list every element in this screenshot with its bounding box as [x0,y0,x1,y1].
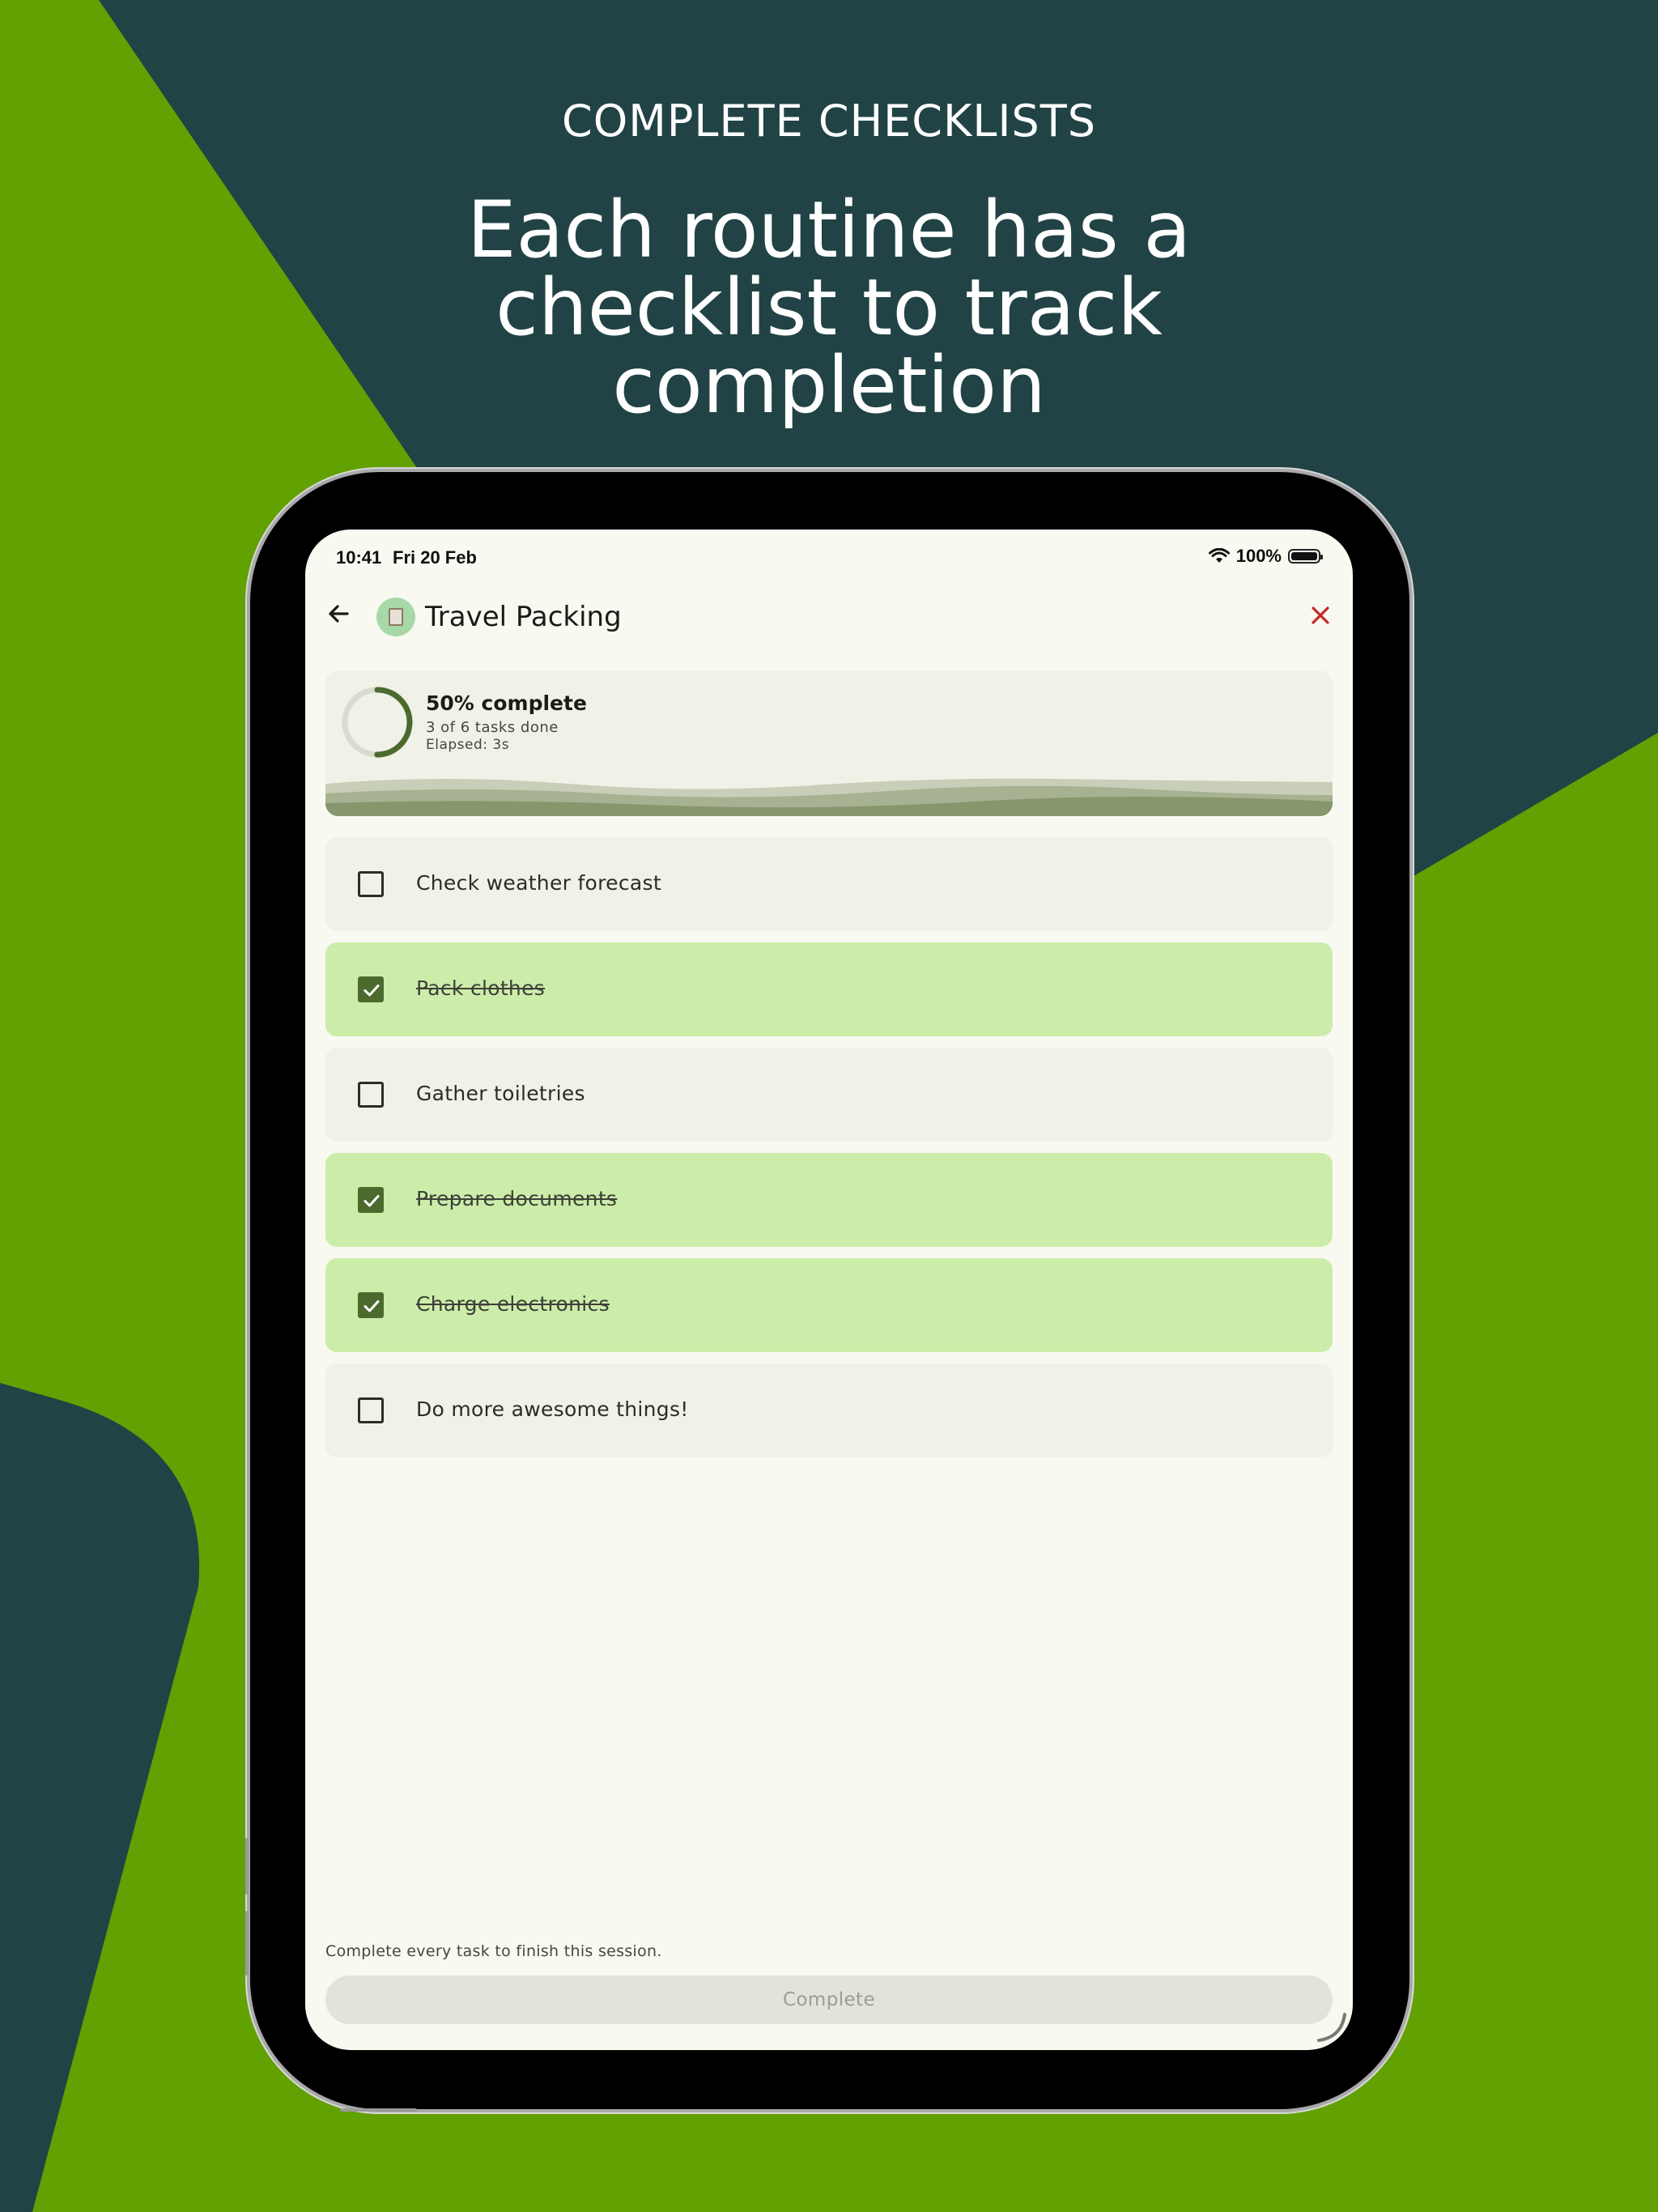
marketing-headline: Each routine has a checklist to track co… [466,185,1192,431]
progress-title: 50% complete [426,691,587,715]
task-label: Check weather forecast [416,871,661,895]
task-row[interactable]: Check weather forecast [325,837,1333,931]
task-row[interactable]: Prepare documents [325,1153,1333,1247]
page-title: Travel Packing [425,601,622,633]
app-screen: 10:41 Fri 20 Feb 100% Travel Packing 50%… [305,530,1353,2050]
task-label: Gather toiletries [416,1082,585,1105]
battery-percent: 100% [1235,546,1282,566]
checkmark-icon [363,985,380,997]
task-row[interactable]: Gather toiletries [325,1048,1333,1142]
clipboard-icon [376,598,415,636]
checkmark-icon [363,1300,380,1312]
task-row[interactable]: Pack clothes [325,942,1333,1036]
checkbox-unchecked[interactable] [358,1397,384,1423]
checkbox-checked[interactable] [358,1187,384,1213]
volume-button [245,1911,249,1976]
elapsed-time: Elapsed: 3s [426,737,510,753]
status-bar: 10:41 Fri 20 Feb 100% [305,538,1353,570]
task-row[interactable]: Do more awesome things! [325,1363,1333,1457]
top-button [340,2108,417,2112]
footer-note: Complete every task to finish this sessi… [325,1942,662,1960]
task-label: Do more awesome things! [416,1397,689,1421]
checkbox-checked[interactable] [358,976,384,1002]
progress-ring [342,687,413,758]
app-bar: Travel Packing [305,581,1353,646]
status-time: 10:41 [336,547,382,568]
status-right: 100% [1208,546,1323,567]
volume-button [245,1838,249,1895]
complete-button[interactable]: Complete [325,1976,1333,2024]
status-date: Fri 20 Feb [393,547,477,568]
checkmark-icon [363,1195,380,1207]
task-label: Charge electronics [416,1292,610,1316]
task-label: Pack clothes [416,976,546,1000]
marketing-kicker: COMPLETE CHECKLISTS [562,96,1096,147]
task-row[interactable]: Charge electronics [325,1258,1333,1352]
progress-waves [325,778,1333,816]
checkbox-unchecked[interactable] [358,1082,384,1108]
checkbox-checked[interactable] [358,1292,384,1318]
close-icon[interactable] [1304,599,1337,632]
progress-card: 50% complete 3 of 6 tasks done Elapsed: … [325,670,1333,816]
resize-handle-icon [1317,2013,1346,2042]
wifi-icon [1208,548,1230,563]
task-label: Prepare documents [416,1187,618,1210]
progress-subtitle: 3 of 6 tasks done [426,719,559,736]
battery-icon [1288,549,1323,564]
arrow-left-icon[interactable] [323,598,355,630]
checkbox-unchecked[interactable] [358,871,384,897]
